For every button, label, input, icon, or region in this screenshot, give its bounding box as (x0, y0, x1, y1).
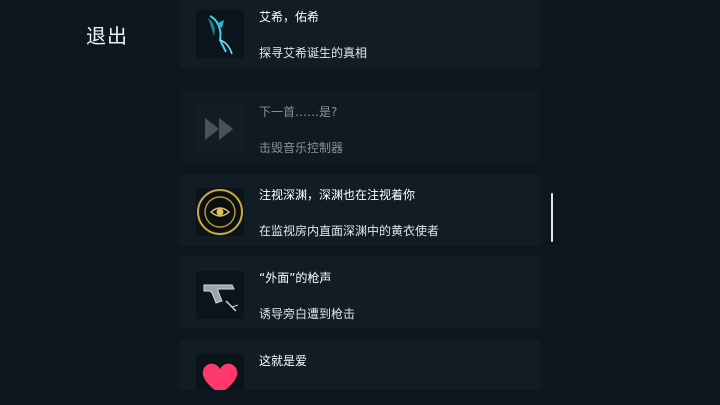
cyan-scythe-icon (196, 10, 244, 58)
achievement-title: 注视深渊，深渊也在注视着你 (259, 188, 416, 202)
achievement-title: “外面”的枪声 (259, 271, 332, 285)
achievement-description: 探寻艾希诞生的真相 (259, 46, 368, 60)
achievement-description: 在监视房内直面深渊中的黄衣使者 (259, 224, 440, 238)
achievement-card[interactable]: 注视深渊，深渊也在注视着你 在监视房内直面深渊中的黄衣使者 (180, 174, 540, 246)
achievement-description: 诱导旁白遭到枪击 (259, 307, 356, 321)
heart-icon (196, 354, 244, 390)
achievement-list[interactable]: 艾希，佑希 探寻艾希诞生的真相 下一首……是? 击毁音乐控制器 注视深渊，深渊也… (180, 0, 540, 390)
achievement-card[interactable]: “外面”的枪声 诱导旁白遭到枪击 (180, 257, 540, 329)
fast-forward-icon (196, 105, 244, 153)
achievement-card[interactable]: 这就是爱 (180, 340, 540, 390)
scrollbar-thumb[interactable] (551, 193, 553, 242)
achievement-description: 击毁音乐控制器 (259, 141, 344, 155)
exit-button[interactable]: 退出 (86, 20, 128, 49)
achievement-title: 这就是爱 (259, 354, 308, 368)
achievement-title: 艾希，佑希 (259, 10, 320, 24)
achievement-title: 下一首……是? (259, 105, 338, 119)
achievement-card[interactable]: 艾希，佑希 探寻艾希诞生的真相 (180, 0, 540, 68)
pistol-icon (196, 271, 244, 319)
achievement-card[interactable]: 下一首……是? 击毁音乐控制器 (180, 91, 540, 163)
golden-eye-icon (196, 188, 244, 236)
